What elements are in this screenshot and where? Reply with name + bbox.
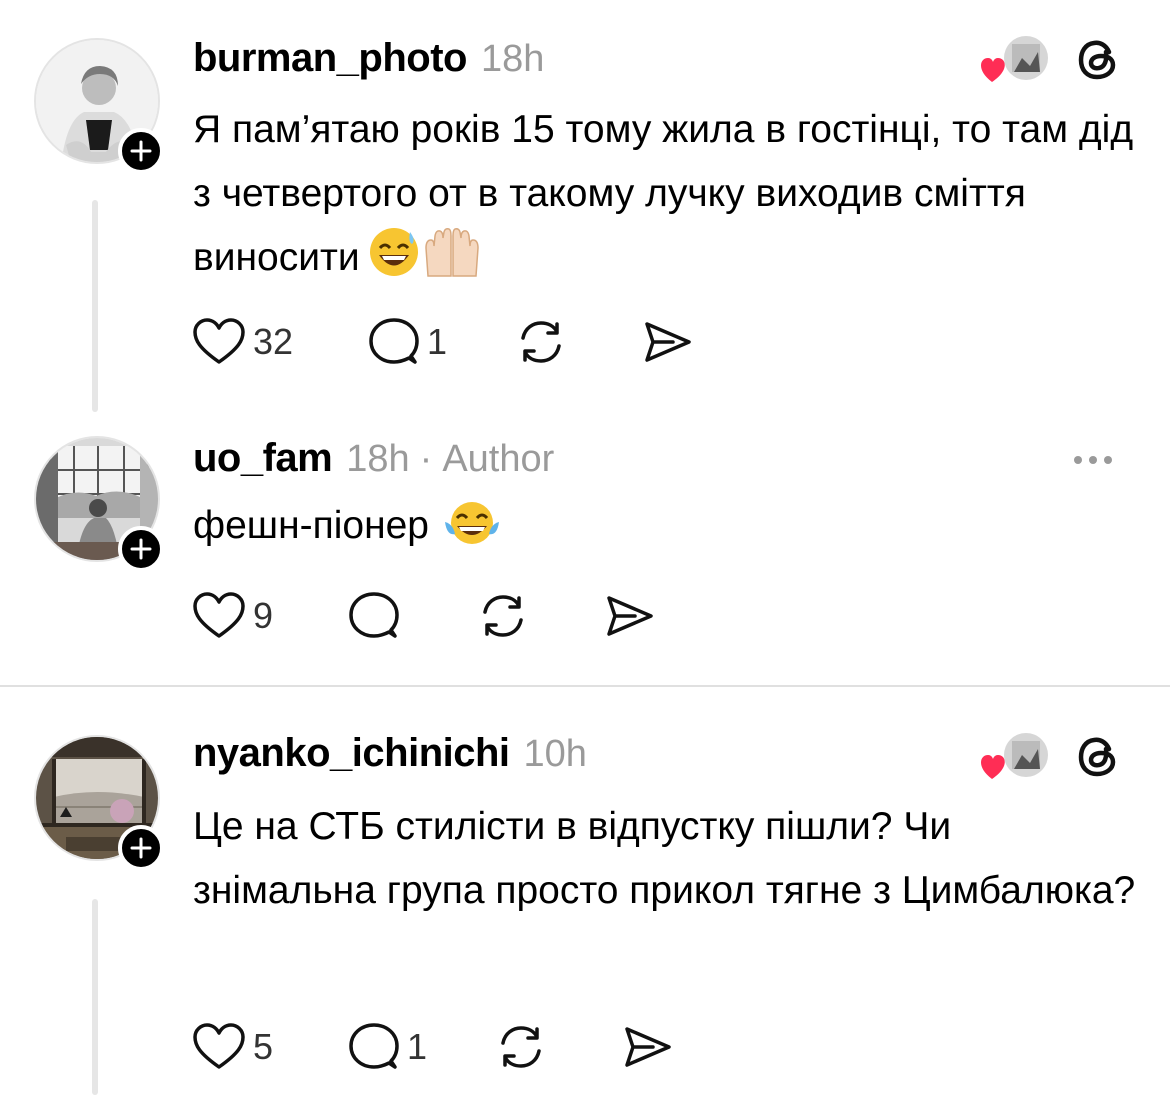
repost-button[interactable]: [495, 1023, 547, 1071]
comment-icon: [349, 1023, 399, 1069]
reply-button[interactable]: 1: [369, 318, 447, 366]
heart-icon: [193, 592, 245, 638]
follow-plus-button[interactable]: [118, 526, 164, 572]
like-count: 32: [253, 321, 294, 362]
username[interactable]: burman_photo: [193, 36, 467, 81]
send-icon: [625, 1027, 671, 1067]
follow-plus-button[interactable]: [118, 825, 164, 871]
plus-icon: [130, 837, 152, 859]
like-button[interactable]: 5: [193, 1023, 273, 1071]
palms-up-emoji: [422, 226, 482, 298]
thread-line: [92, 200, 98, 412]
more-dot-icon: [1104, 456, 1112, 464]
send-icon: [607, 596, 653, 636]
share-button[interactable]: [605, 592, 655, 640]
reply-count: 1: [427, 321, 448, 362]
threads-logo-icon[interactable]: [1076, 38, 1120, 82]
thread-line: [92, 899, 98, 1095]
like-button[interactable]: 32: [193, 318, 293, 366]
reaction-indicators: [978, 733, 1120, 781]
more-options-button[interactable]: [1074, 456, 1112, 464]
like-count: 9: [253, 595, 274, 636]
comment-text: Це на СТБ стилісти в відпустку пішли? Чи…: [193, 795, 1143, 923]
reply-button[interactable]: [349, 592, 399, 640]
comment-text-content: Це на СТБ стилісти в відпустку пішли? Чи…: [193, 805, 1136, 912]
username[interactable]: nyanko_ichinichi: [193, 731, 510, 776]
reply-button[interactable]: 1: [349, 1023, 427, 1071]
more-dot-icon: [1089, 456, 1097, 464]
comment-2: uo_fam 18h · Author фешн-піонер 9: [0, 420, 1170, 685]
repost-icon: [483, 595, 523, 637]
repost-icon: [501, 1026, 541, 1068]
heart-icon: [193, 318, 245, 364]
repost-button[interactable]: [515, 318, 567, 366]
threads-logo-icon[interactable]: [1076, 735, 1120, 779]
comment-header: uo_fam 18h · Author: [193, 436, 554, 481]
repost-button[interactable]: [477, 592, 529, 640]
heart-icon: [193, 1023, 245, 1069]
timestamp: 10h: [523, 733, 587, 775]
comment-text: Я пам’ятаю років 15 тому жила в гостінці…: [193, 98, 1143, 298]
username[interactable]: uo_fam: [193, 436, 333, 481]
liked-by-author-icon: [981, 36, 1048, 82]
comment-text: фешн-піонер: [193, 494, 1143, 566]
comment-1: burman_photo 18h Я пам’ятаю років 15 том…: [0, 0, 1170, 420]
comment-text-content: Я пам’ятаю років 15 тому жила в гостінці…: [193, 108, 1134, 279]
action-bar: 9: [193, 592, 655, 640]
author-badge: Author: [442, 438, 555, 480]
timestamp: 18h: [346, 438, 410, 480]
repost-icon: [521, 321, 561, 363]
like-button[interactable]: 9: [193, 592, 273, 640]
action-bar: 32 1: [193, 318, 693, 366]
plus-icon: [130, 140, 152, 162]
timestamp: 18h: [480, 38, 545, 80]
plus-icon: [130, 538, 152, 560]
comment-header: nyanko_ichinichi 10h: [193, 731, 587, 776]
grinning-sweat-emoji: [368, 226, 420, 298]
comment-3: nyanko_ichinichi 10h Це на СТБ стилісти …: [0, 687, 1170, 1095]
reaction-indicators: [978, 36, 1120, 84]
comment-text-content: фешн-піонер: [193, 504, 429, 547]
comment-icon: [369, 318, 419, 364]
comment-header: burman_photo 18h: [193, 36, 544, 81]
send-icon: [645, 322, 691, 362]
reply-count: 1: [407, 1026, 428, 1067]
liked-by-author-icon: [981, 733, 1048, 779]
header-separator: ·: [419, 438, 433, 480]
comment-icon: [349, 592, 399, 638]
more-dot-icon: [1074, 456, 1082, 464]
share-button[interactable]: [623, 1023, 673, 1071]
tears-of-joy-emoji: [443, 500, 501, 566]
action-bar: 5 1: [193, 1023, 673, 1071]
like-count: 5: [253, 1026, 274, 1067]
share-button[interactable]: [643, 318, 693, 366]
follow-plus-button[interactable]: [118, 128, 164, 174]
